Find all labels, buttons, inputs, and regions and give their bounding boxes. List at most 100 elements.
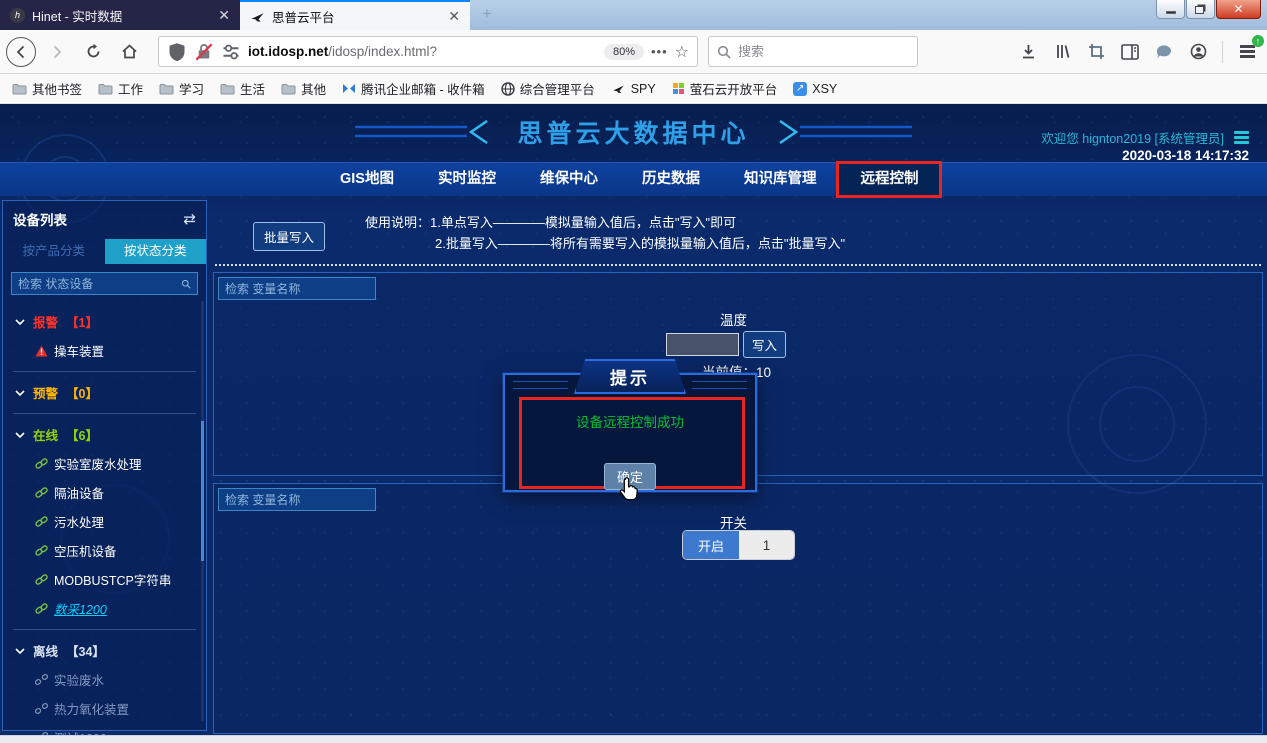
main-nav: GIS地图 实时监控 维保中心 历史数据 知识库管理 远程控制 (0, 162, 1267, 196)
tab-close-icon[interactable]: ✕ (218, 7, 230, 24)
chevron-down-icon (15, 646, 25, 656)
tree-item-device[interactable]: 热力氧化装置 (3, 694, 206, 723)
horizontal-scrollbar[interactable] (0, 735, 1267, 743)
bookmark-ezviz[interactable]: 萤石云开放平台 (666, 76, 784, 101)
tree-item-device[interactable]: 实验废水 (3, 665, 206, 694)
reload-button[interactable] (78, 37, 108, 67)
window-close-button[interactable]: ✕ (1216, 0, 1261, 19)
bookmark-mgmt-platform[interactable]: 综合管理平台 (495, 76, 601, 101)
link-icon (35, 515, 48, 528)
tree-item-device[interactable]: 隔油设备 (3, 478, 206, 507)
title-deco-right-icon (762, 118, 912, 146)
nav-tab-gis[interactable]: GIS地图 (318, 163, 416, 196)
tencent-mail-icon (342, 82, 356, 95)
minimize-button[interactable] (1156, 0, 1185, 19)
temperature-value-input[interactable] (666, 333, 739, 356)
browser-tab-sipuyun[interactable]: 思普云平台 ✕ (240, 0, 470, 30)
menu-icon[interactable]: ↑ (1237, 42, 1257, 62)
bookmarks-bar: 其他书签 工作 学习 生活 其他 腾讯企业邮箱 - 收件箱 综合管理平台 SPY… (0, 74, 1267, 104)
nav-tab-history[interactable]: 历史数据 (620, 163, 722, 196)
update-badge-icon: ↑ (1252, 35, 1264, 47)
nav-tab-realtime[interactable]: 实时监控 (416, 163, 518, 196)
write-button[interactable]: 写入 (743, 331, 786, 358)
variable-search-box[interactable] (218, 277, 376, 300)
back-button[interactable] (6, 37, 36, 67)
bookmark-tencent-mail[interactable]: 腾讯企业邮箱 - 收件箱 (336, 76, 491, 101)
wechat-messenger-icon[interactable] (1154, 42, 1174, 62)
browser-toolbar: iot.idosp.net/idosp/index.html? 80% ••• … (0, 30, 1267, 74)
bookmark-xsy[interactable]: ↗XSY (787, 79, 843, 99)
tree-group-alarm[interactable]: 报警【1】 (3, 307, 206, 336)
plane-icon (611, 82, 626, 95)
tab-close-icon[interactable]: ✕ (448, 8, 460, 25)
tree-group-warning[interactable]: 预警【0】 (3, 378, 206, 407)
sidebar-scrollbar[interactable] (201, 301, 204, 721)
tree-group-online[interactable]: 在线【6】 (3, 420, 206, 449)
sidebar-tab-by-product[interactable]: 按产品分类 (3, 239, 105, 264)
link-icon (35, 602, 48, 615)
library-icon[interactable] (1052, 42, 1072, 62)
broken-link-icon (35, 673, 48, 686)
browser-tab-hinet[interactable]: h Hinet - 实时数据 ✕ (0, 0, 240, 30)
bookmark-folder[interactable]: 其他 (275, 76, 332, 101)
tree-group-offline[interactable]: 离线【34】 (3, 636, 206, 665)
batch-write-button[interactable]: 批量写入 (253, 222, 325, 251)
temperature-label: 温度 (720, 309, 747, 329)
screenshot-crop-icon[interactable] (1086, 42, 1106, 62)
account-icon[interactable] (1188, 42, 1208, 62)
url-text[interactable]: iot.idosp.net/idosp/index.html? (248, 44, 597, 59)
page-actions-icon[interactable]: ••• (651, 44, 668, 59)
restore-button[interactable] (1186, 0, 1215, 19)
new-tab-button[interactable]: + (482, 4, 492, 24)
xsy-icon: ↗ (793, 82, 807, 96)
switch-on-button[interactable]: 开启 (683, 531, 739, 559)
tab-title: 思普云平台 (272, 7, 441, 26)
tree-item-device[interactable]: 测试1200 (3, 723, 206, 735)
bookmark-spy[interactable]: SPY (605, 79, 662, 99)
browser-search-input[interactable] (738, 44, 888, 59)
zoom-level-badge[interactable]: 80% (604, 44, 644, 60)
forward-button[interactable] (42, 37, 72, 67)
device-sidebar: 设备列表 ⇄ 按产品分类 按状态分类 报警【1】 操车装置 预警【0】 (2, 200, 207, 731)
bookmark-folder[interactable]: 其他书签 (6, 76, 88, 101)
tree-item-device[interactable]: MODBUSTCP字符串 (3, 565, 206, 594)
tree-item-device[interactable]: 实验室废水处理 (3, 449, 206, 478)
tracking-shield-icon[interactable] (167, 42, 187, 62)
bookmark-folder[interactable]: 工作 (92, 76, 149, 101)
sidebars-icon[interactable] (1120, 42, 1140, 62)
switch-control[interactable]: 开启 1 (682, 530, 795, 560)
modal-title: 提示 (574, 359, 686, 394)
dotted-divider (215, 264, 1261, 266)
nav-tab-knowledge[interactable]: 知识库管理 (722, 163, 839, 196)
bookmark-folder[interactable]: 学习 (153, 76, 210, 101)
bookmark-folder[interactable]: 生活 (214, 76, 271, 101)
variable-search-box[interactable] (218, 488, 376, 511)
downloads-icon[interactable] (1018, 42, 1038, 62)
switch-label: 开关 (720, 512, 747, 532)
tree-item-device[interactable]: 操车装置 (3, 336, 206, 365)
search-bar[interactable] (708, 36, 918, 67)
bookmark-star-icon[interactable]: ☆ (675, 42, 689, 62)
switch-variables-panel: 开关 开启 1 (213, 483, 1263, 734)
device-search-input[interactable] (18, 277, 181, 291)
sipu-cloud-page: 思普云大数据中心 欢迎您 hignton2019 [系统管理员] 2020-03… (0, 104, 1267, 735)
insecure-lock-icon[interactable] (194, 42, 214, 62)
link-icon (35, 457, 48, 470)
tree-item-device[interactable]: 污水处理 (3, 507, 206, 536)
nav-tab-maintenance[interactable]: 维保中心 (518, 163, 620, 196)
chevron-down-icon (15, 430, 25, 440)
permissions-icon[interactable] (221, 42, 241, 62)
variable-search-input[interactable] (225, 493, 380, 507)
sidebar-tab-by-status[interactable]: 按状态分类 (105, 239, 207, 264)
swap-columns-icon[interactable]: ⇄ (183, 210, 196, 228)
device-search-box[interactable] (11, 272, 198, 295)
address-bar[interactable]: iot.idosp.net/idosp/index.html? 80% ••• … (158, 36, 698, 67)
tree-item-device-selected[interactable]: 数采1200 (3, 594, 206, 623)
toolbar-divider (1222, 41, 1223, 63)
page-menu-icon[interactable] (1234, 136, 1249, 139)
variable-search-input[interactable] (225, 282, 380, 296)
tree-item-device[interactable]: 空压机设备 (3, 536, 206, 565)
broken-link-icon (35, 702, 48, 715)
home-button[interactable] (114, 37, 144, 67)
nav-tab-remote-control[interactable]: 远程控制 (838, 163, 940, 196)
